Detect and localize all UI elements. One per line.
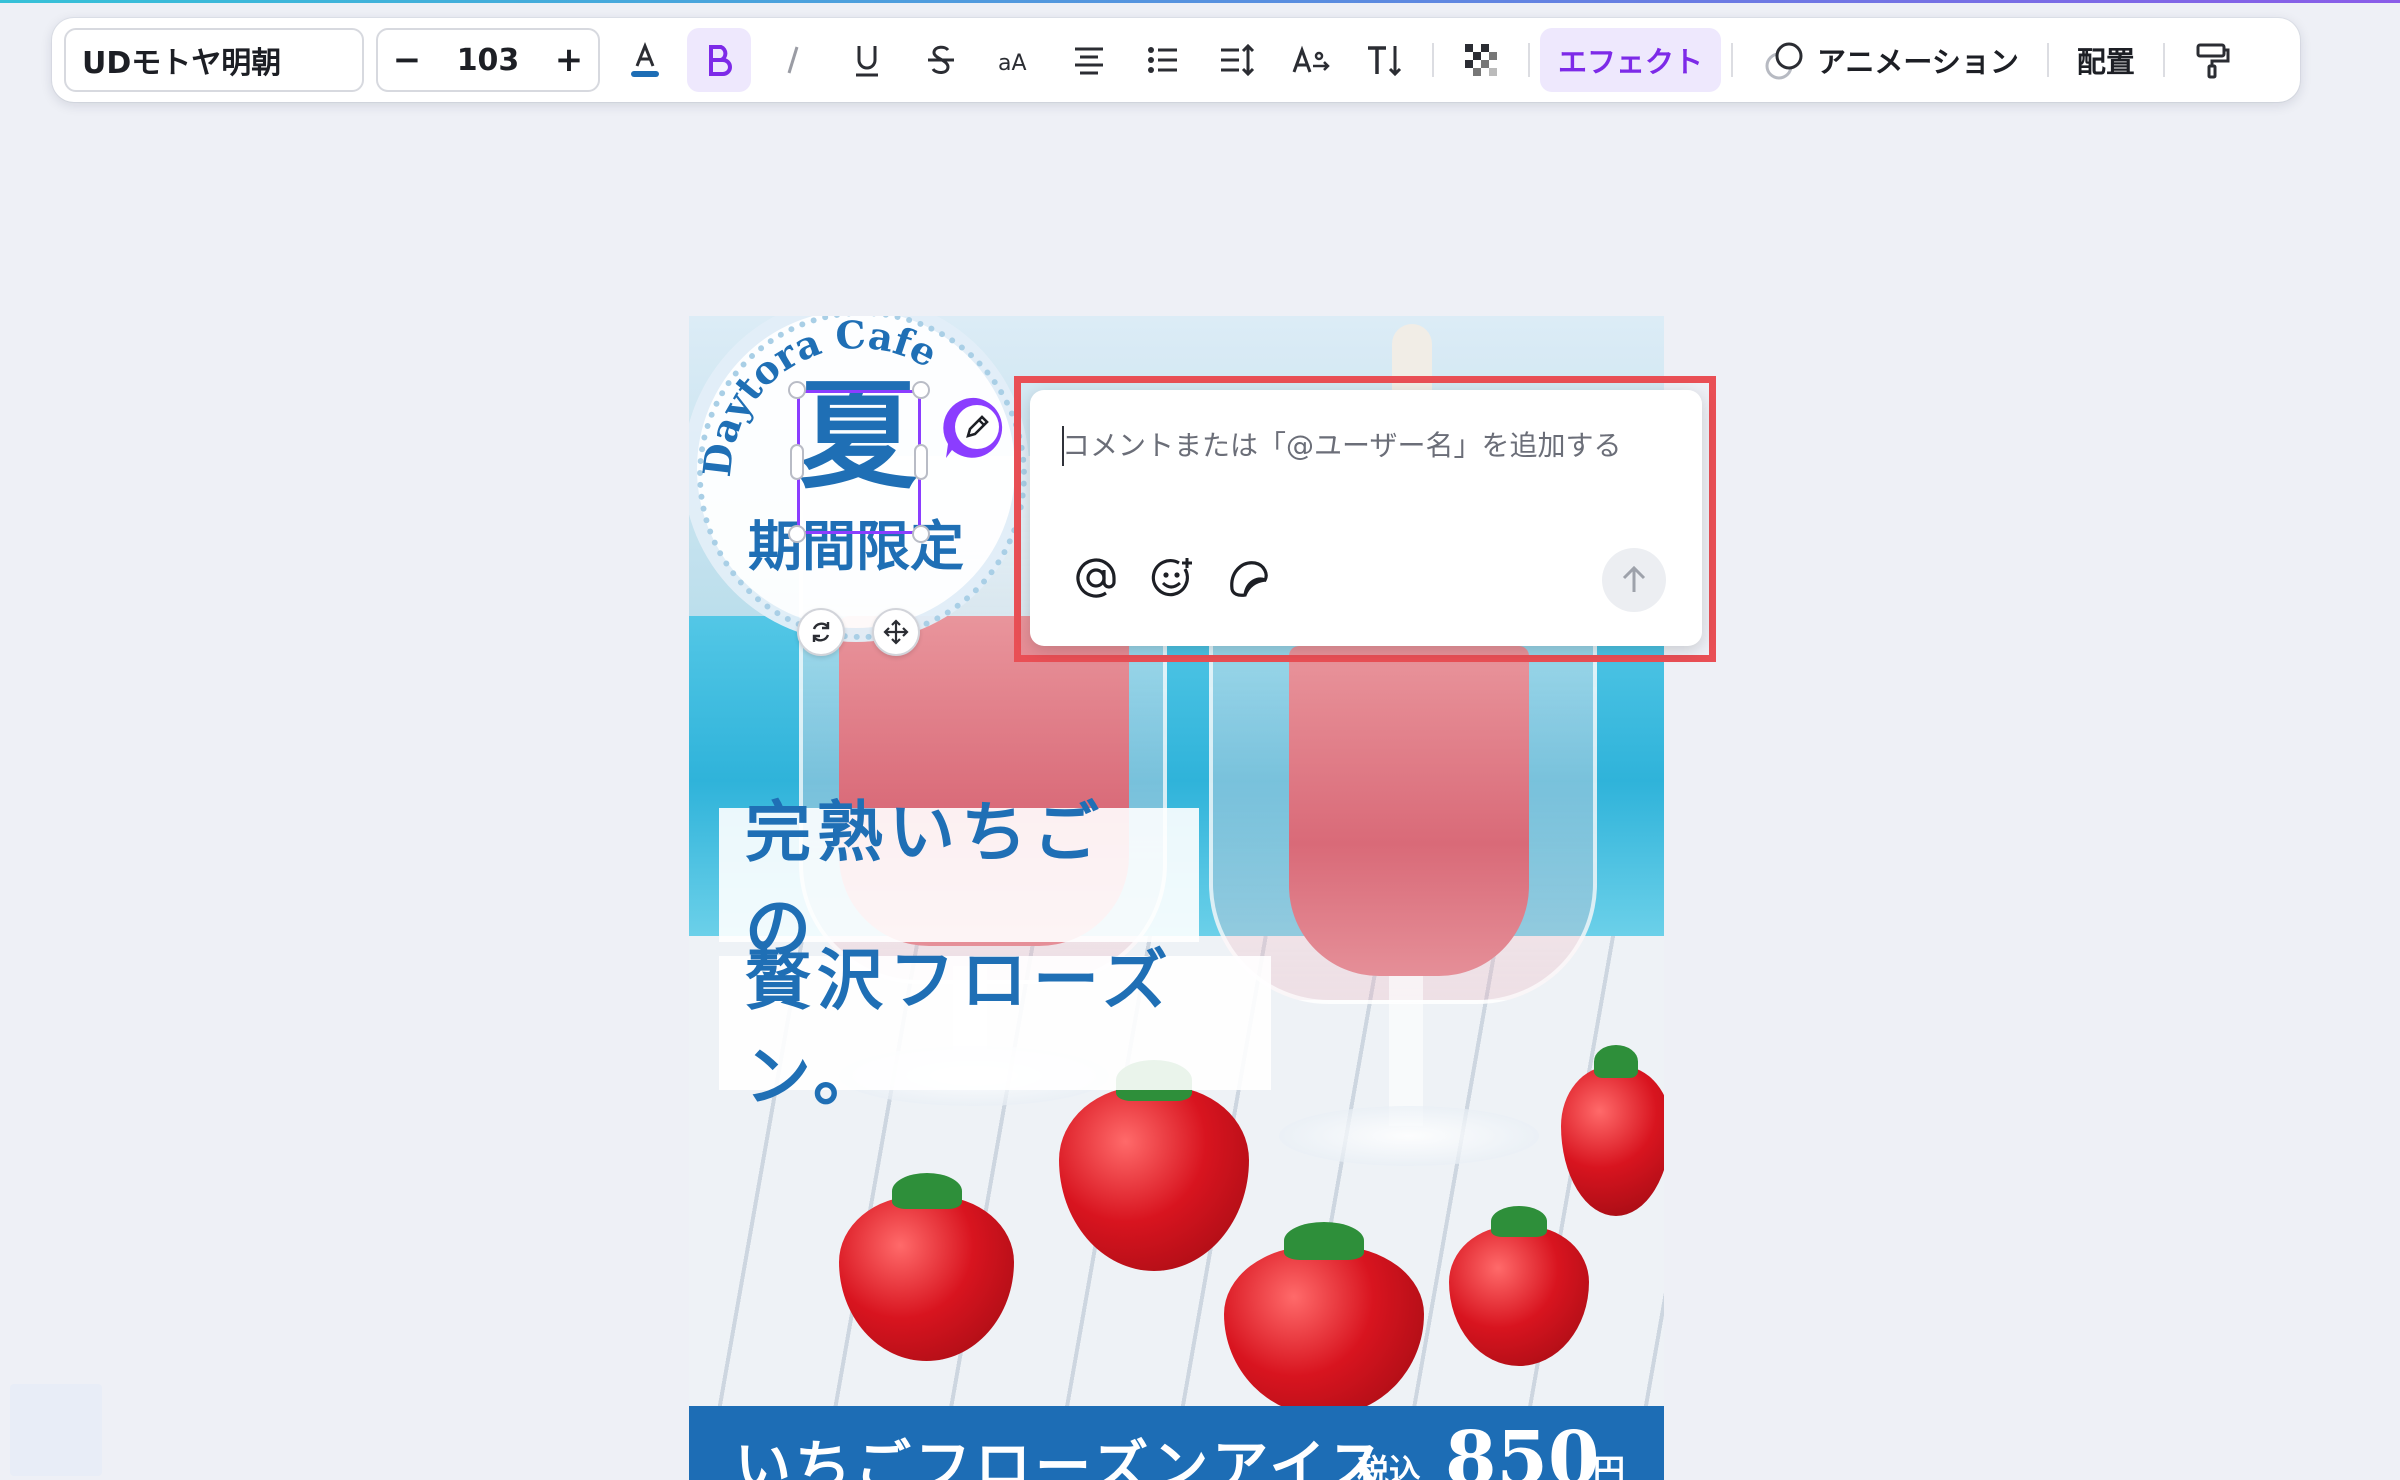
- text-formatting-toolbar: UDモトヤ明朝 − 103 + aA エフェクト アニメーション 配置: [52, 18, 2300, 102]
- price-band[interactable]: いちごフローズンアイス 税込 850 円: [689, 1406, 1664, 1480]
- letter-case-icon: aA: [998, 51, 1027, 76]
- toolbar-divider: [1731, 43, 1734, 77]
- right-glass-base: [1279, 1106, 1539, 1166]
- transparency-button[interactable]: [1449, 28, 1513, 92]
- emoji-add-icon: [1151, 558, 1192, 597]
- headline-line-2-box[interactable]: 贅沢フローズン。: [719, 941, 1271, 1115]
- resize-handle-left[interactable]: [790, 444, 804, 480]
- text-style-icon: [1292, 45, 1330, 73]
- top-accent-line: [0, 0, 2400, 3]
- animation-label: アニメーション: [1817, 45, 2019, 79]
- product-name-text: いちごフローズンアイス: [735, 1434, 1388, 1480]
- line-spacing-icon: [1221, 43, 1255, 77]
- vertical-text-icon: [1368, 46, 1402, 77]
- letter-case-button[interactable]: aA: [983, 28, 1047, 92]
- pencil-comment-icon: [943, 397, 1003, 458]
- vertical-text-button[interactable]: [1353, 28, 1417, 92]
- right-drink-image: [1289, 646, 1529, 976]
- text-style-button[interactable]: [1279, 28, 1343, 92]
- underline-button[interactable]: [835, 28, 899, 92]
- emoji-button[interactable]: [1144, 550, 1200, 606]
- line-spacing-button[interactable]: [1205, 28, 1269, 92]
- font-size-value[interactable]: 103: [457, 43, 520, 78]
- effects-button[interactable]: エフェクト: [1540, 28, 1722, 92]
- move-button[interactable]: [872, 608, 920, 656]
- text-selection-box: [797, 390, 921, 534]
- tax-included-label: 税込: [1357, 1452, 1422, 1480]
- bullet-list-button[interactable]: [1131, 28, 1195, 92]
- mention-button[interactable]: [1068, 550, 1124, 606]
- comment-popup: [1030, 390, 1702, 646]
- font-size-stepper: − 103 +: [376, 28, 600, 92]
- toolbar-divider: [2162, 43, 2165, 77]
- bullet-list-icon: [1148, 47, 1177, 73]
- resize-handle-bottom-left[interactable]: [788, 525, 806, 543]
- font-family-label: UDモトヤ明朝: [82, 46, 282, 81]
- bold-button[interactable]: [687, 28, 751, 92]
- toolbar-divider: [2046, 43, 2049, 77]
- transparency-checker-icon: [1465, 44, 1497, 76]
- headline-line-2: 贅沢フローズン。: [745, 941, 1174, 1115]
- currency-label: 円: [1593, 1452, 1626, 1480]
- paint-roller-icon: [2196, 43, 2230, 79]
- resize-handle-top-left[interactable]: [788, 381, 806, 399]
- animation-button[interactable]: アニメーション: [1743, 28, 2037, 92]
- resize-handle-top-right[interactable]: [912, 381, 930, 399]
- text-color-icon: [631, 41, 659, 77]
- comment-edit-bubble[interactable]: [940, 392, 1012, 464]
- resize-handle-right[interactable]: [914, 444, 928, 480]
- toolbar-divider: [1432, 43, 1434, 77]
- animation-circles-icon: [1765, 42, 1803, 80]
- sticker-button[interactable]: [1220, 550, 1276, 606]
- italic-button[interactable]: [761, 28, 825, 92]
- price-value: 850: [1445, 1416, 1600, 1480]
- increase-font-size-button[interactable]: +: [554, 40, 584, 80]
- italic-icon: [787, 46, 799, 74]
- comment-input[interactable]: [1062, 420, 1662, 470]
- right-glass-stem: [1389, 976, 1423, 1126]
- strikethrough-icon: [928, 45, 954, 74]
- text-color-button[interactable]: [613, 28, 677, 92]
- at-sign-icon: [1076, 558, 1116, 598]
- decrease-font-size-button[interactable]: −: [392, 40, 422, 80]
- underline-icon: [856, 46, 878, 77]
- bottom-left-panel-chip[interactable]: [10, 1384, 102, 1476]
- headline-line-1-box[interactable]: 完熟いちごの: [719, 793, 1199, 967]
- arrow-up-icon: [1622, 565, 1646, 592]
- sticker-icon: [1230, 561, 1268, 597]
- arrange-button[interactable]: 配置: [2059, 28, 2153, 92]
- resize-handle-bottom-right[interactable]: [912, 525, 930, 543]
- move-arrows-icon: [883, 619, 909, 645]
- send-comment-button[interactable]: [1602, 548, 1666, 612]
- svg-text:aA: aA: [998, 51, 1027, 76]
- strikethrough-button[interactable]: [909, 28, 973, 92]
- font-family-select[interactable]: UDモトヤ明朝: [64, 28, 364, 92]
- rotate-icon: [812, 622, 830, 642]
- bold-icon: [709, 45, 732, 76]
- rotate-button[interactable]: [797, 608, 845, 656]
- toolbar-divider: [1528, 43, 1530, 77]
- text-align-button[interactable]: [1057, 28, 1121, 92]
- align-center-icon: [1075, 47, 1103, 75]
- copy-style-button[interactable]: [2180, 28, 2244, 92]
